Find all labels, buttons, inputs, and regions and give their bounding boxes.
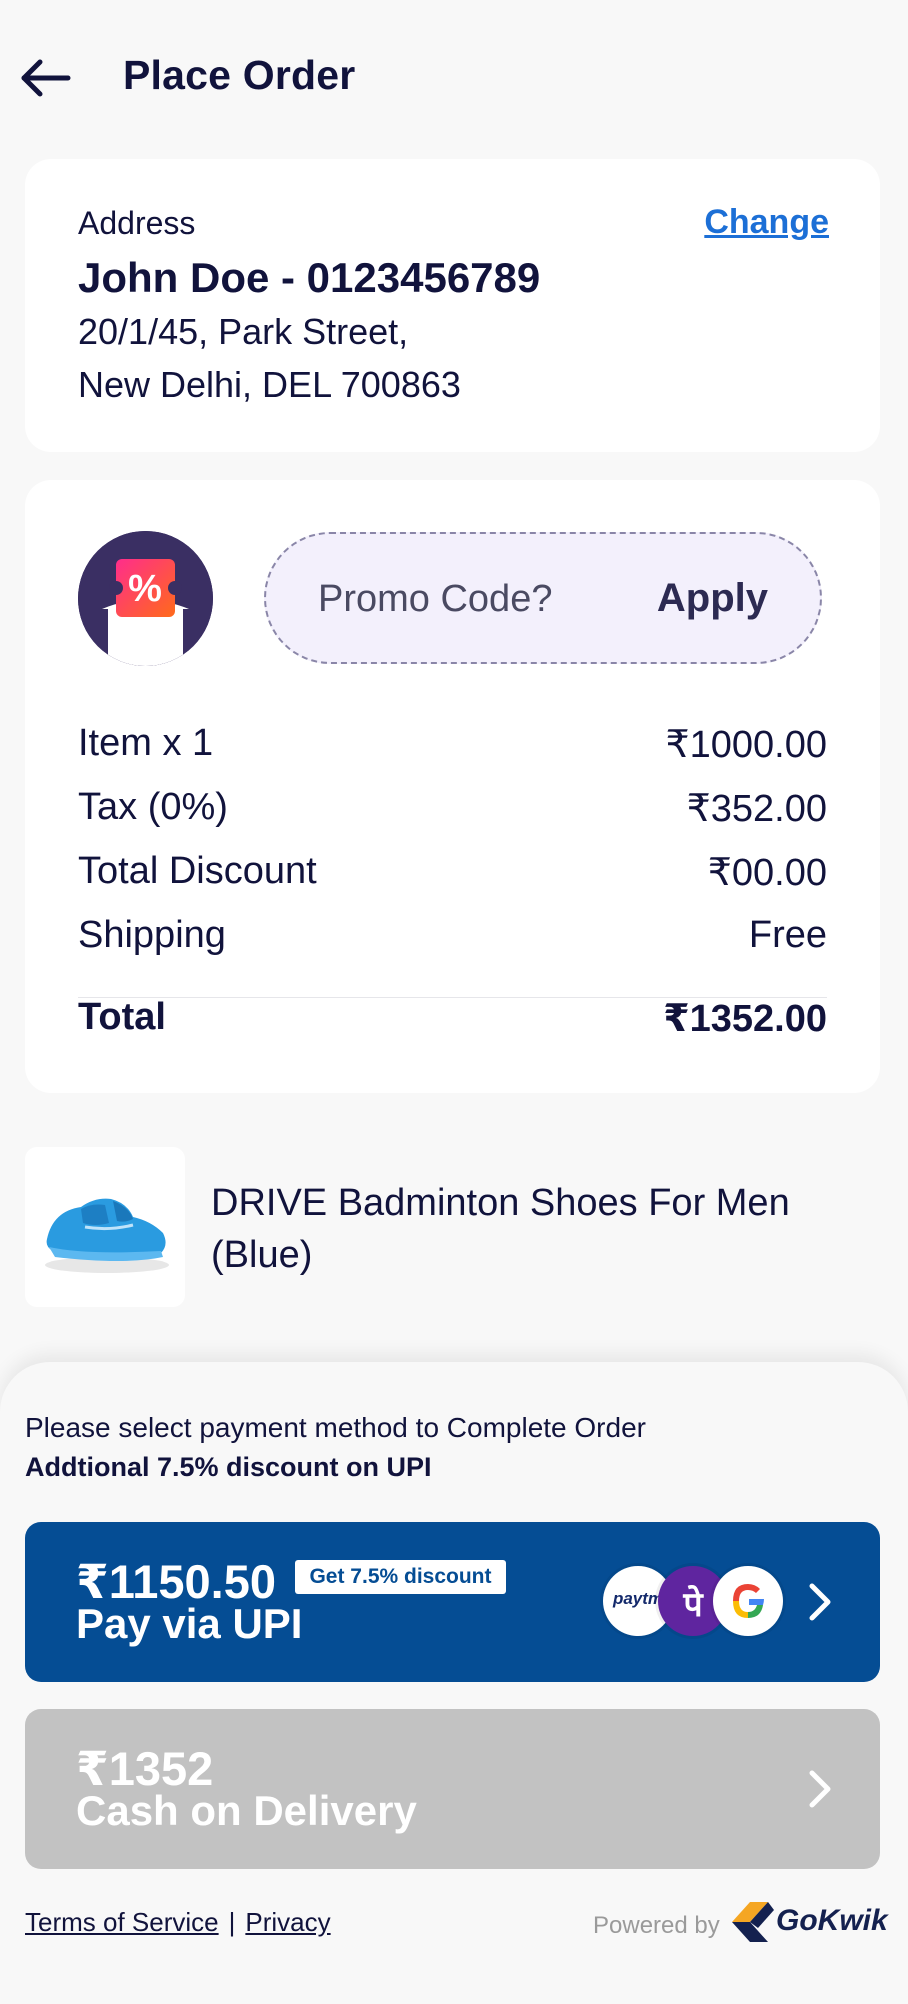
gokwik-mark-icon <box>732 1902 774 1942</box>
privacy-link[interactable]: Privacy <box>245 1907 330 1937</box>
svg-text:%: % <box>128 568 162 610</box>
summary-label: Total Discount <box>78 850 317 892</box>
address-label: Address <box>78 205 196 241</box>
summary-label: Shipping <box>78 914 226 956</box>
summary-value: Free <box>748 914 827 956</box>
discount-coupon-icon: % <box>78 531 213 666</box>
summary-value: ₹352.00 <box>686 788 827 830</box>
pay-via-upi-button[interactable]: ₹1150.50 Get 7.5% discount Pay via UPI p… <box>25 1522 880 1682</box>
promo-code-input[interactable]: Promo Code? Apply <box>264 532 822 664</box>
summary-label: Item x 1 <box>78 722 214 764</box>
address-line-2: New Delhi, DEL 700863 <box>78 364 461 405</box>
summary-row-shipping: Shipping Free <box>78 914 827 964</box>
address-card: Address Change John Doe - 0123456789 20/… <box>25 159 880 452</box>
gokwik-logo: GoKwik <box>728 1894 888 1950</box>
footer-links: Terms of Service | Privacy <box>25 1907 331 1938</box>
upi-logos: paytm पे <box>603 1566 803 1638</box>
promo-code-placeholder: Promo Code? <box>318 578 553 620</box>
footer-separator: | <box>228 1907 236 1937</box>
upi-discount-badge: Get 7.5% discount <box>295 1560 506 1594</box>
google-pay-logo <box>713 1566 783 1636</box>
summary-value: ₹00.00 <box>707 852 827 894</box>
upi-label: Pay via UPI <box>76 1600 303 1647</box>
chevron-right-icon <box>809 1583 831 1621</box>
cash-on-delivery-button[interactable]: ₹1352 Cash on Delivery <box>25 1709 880 1869</box>
arrow-left-icon <box>21 59 71 97</box>
total-label: Total <box>78 996 166 1038</box>
summary-row-tax: Tax (0%) ₹352.00 <box>78 786 827 836</box>
gokwik-brand: GoKwik <box>776 1904 888 1937</box>
change-address-link[interactable]: Change <box>704 203 829 242</box>
google-g-icon <box>733 1584 764 1618</box>
payment-sheet: Please select payment method to Complete… <box>0 1362 908 2004</box>
summary-row-discount: Total Discount ₹00.00 <box>78 850 827 900</box>
blue-shoe-image <box>45 1198 169 1273</box>
cod-label: Cash on Delivery <box>76 1787 417 1834</box>
payment-prompt: Please select payment method to Complete… <box>25 1412 646 1443</box>
product-image <box>25 1147 185 1307</box>
summary-row-total: Total ₹1352.00 <box>78 996 827 1046</box>
apply-promo-button[interactable]: Apply <box>657 576 768 621</box>
page-title: Place Order <box>123 52 356 98</box>
chevron-right-icon <box>809 1770 831 1808</box>
upi-offer-text: Addtional 7.5% discount on UPI <box>25 1452 432 1482</box>
total-value: ₹1352.00 <box>663 998 827 1040</box>
powered-by-text: Powered by <box>593 1912 720 1939</box>
product-item: DRIVE Badminton Shoes For Men (Blue) <box>25 1147 880 1307</box>
address-name-phone: John Doe - 0123456789 <box>78 254 541 301</box>
product-name[interactable]: DRIVE Badminton Shoes For Men (Blue) <box>211 1177 831 1281</box>
back-button[interactable] <box>18 50 74 106</box>
summary-value: ₹1000.00 <box>665 724 827 766</box>
order-summary-card: % Promo Code? Apply Item x 1 ₹1000.00 Ta… <box>25 480 880 1093</box>
address-line-1: 20/1/45, Park Street, <box>78 311 409 352</box>
header: Place Order <box>0 0 908 160</box>
summary-row-item: Item x 1 ₹1000.00 <box>78 722 827 772</box>
terms-of-service-link[interactable]: Terms of Service <box>25 1907 219 1937</box>
promo-badge: % <box>78 531 213 666</box>
summary-label: Tax (0%) <box>78 786 228 828</box>
